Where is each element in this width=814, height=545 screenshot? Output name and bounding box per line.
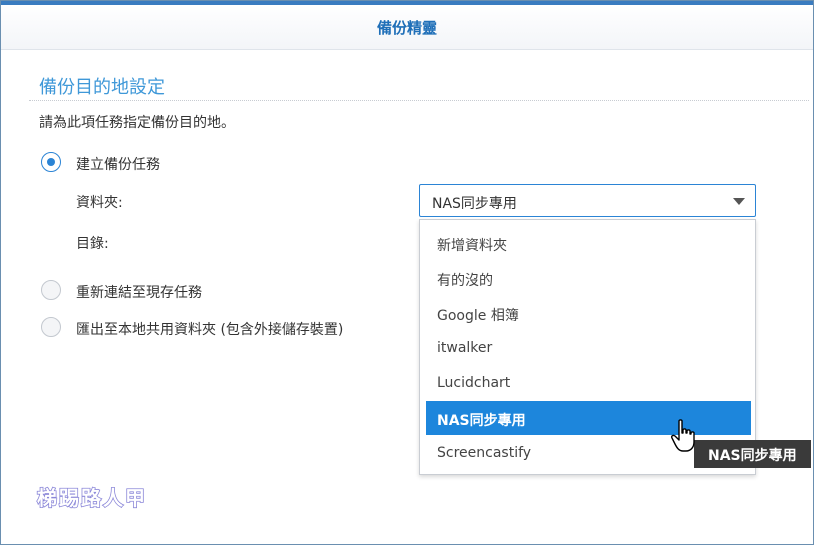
- section-title: 備份目的地設定: [39, 77, 165, 98]
- dropdown-option[interactable]: itwalker: [426, 331, 751, 365]
- folder-label: 資料夾:: [76, 195, 123, 211]
- radio-create-backup-task[interactable]: [41, 152, 61, 172]
- wizard-header: 備份精靈: [1, 5, 813, 50]
- folder-select-value: NAS同步專用: [432, 196, 517, 212]
- dropdown-option[interactable]: 新增資料夾: [426, 226, 751, 260]
- radio-label-export-local-shared-folder[interactable]: 匯出至本地共用資料夾 (包含外接儲存裝置): [76, 319, 343, 339]
- radio-label-relink-existing-task[interactable]: 重新連結至現存任務: [76, 282, 202, 302]
- section-divider: [29, 100, 809, 101]
- watermark-logo: 梯踢路人甲: [36, 485, 147, 511]
- radio-export-local-shared-folder[interactable]: [41, 317, 61, 337]
- radio-relink-existing-task[interactable]: [41, 280, 61, 300]
- folder-dropdown-list: 新增資料夾 有的沒的 Google 相簿 itwalker Lucidchart…: [419, 219, 756, 475]
- directory-label: 目錄:: [76, 236, 109, 252]
- folder-select[interactable]: NAS同步專用: [419, 184, 756, 217]
- radio-selected-dot: [47, 158, 55, 166]
- tooltip: NAS同步專用: [694, 440, 811, 468]
- instruction-text: 請為此項任務指定備份目的地。: [39, 115, 235, 131]
- wizard-title: 備份精靈: [376, 19, 437, 37]
- watermark-text: 梯踢路人甲: [37, 486, 147, 510]
- dropdown-option[interactable]: Google 相簿: [426, 296, 751, 330]
- dropdown-option[interactable]: 有的沒的: [426, 261, 751, 295]
- hand-pointer-icon: [671, 419, 695, 452]
- radio-label-create-backup-task[interactable]: 建立備份任務: [76, 154, 160, 174]
- dropdown-option[interactable]: Lucidchart: [426, 366, 751, 400]
- backup-wizard-window: 備份精靈 備份目的地設定 請為此項任務指定備份目的地。 建立備份任務 資料夾: …: [0, 0, 814, 545]
- chevron-down-icon[interactable]: [733, 198, 745, 205]
- dropdown-option-selected[interactable]: NAS同步專用: [426, 401, 751, 435]
